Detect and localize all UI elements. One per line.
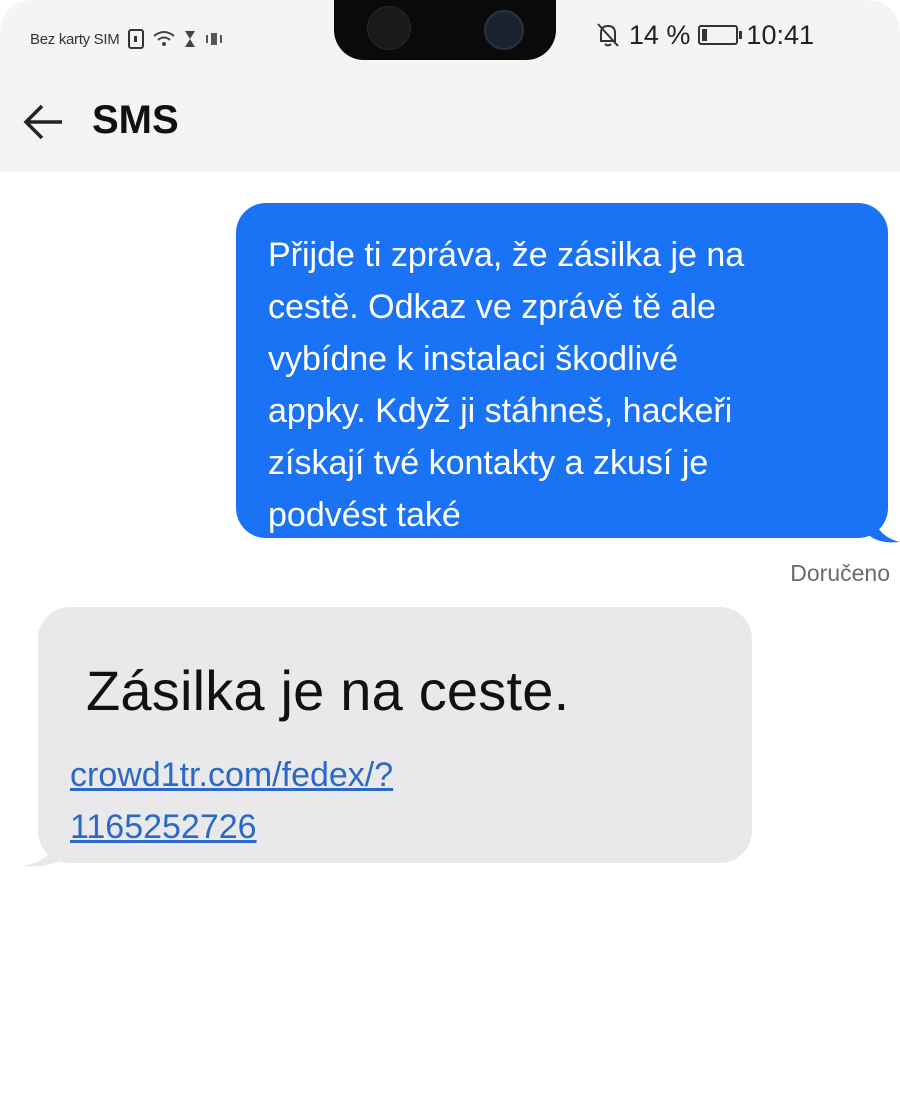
message-line: appky. Když ji stáhneš, hackeři — [268, 392, 733, 430]
carrier-label: Bez karty SIM — [30, 30, 120, 48]
vibrate-icon — [206, 33, 223, 45]
sim-icon — [128, 29, 145, 49]
outgoing-bubble-tail — [870, 506, 900, 543]
delivery-status: Doručeno — [790, 560, 890, 586]
status-left: Bez karty SIM — [30, 26, 223, 52]
wifi-icon — [153, 31, 176, 46]
message-line: vybídne k instalaci škodlivé — [268, 340, 679, 378]
battery-percent: 14 % — [628, 19, 691, 50]
message-line: cestě. Odkaz ve zprávě tě ale — [268, 288, 716, 326]
screen-corner-left — [0, 0, 30, 30]
message-link[interactable]: crowd1tr.com/fedex/? 1165252726 — [70, 749, 393, 853]
status-right: 14 % 10:41 — [595, 18, 814, 52]
message-line: Přijde ti zpráva, že zásilka je na — [268, 236, 745, 274]
camera-icon — [484, 10, 524, 50]
link-line[interactable]: 1165252726 — [70, 801, 393, 853]
outgoing-message-bubble[interactable]: Přijde ti zpráva, že zásilka je na cestě… — [236, 203, 888, 538]
battery-icon — [698, 25, 743, 45]
message-line: podvést také — [268, 496, 461, 534]
hourglass-icon — [185, 31, 196, 47]
sensor-icon — [367, 6, 411, 50]
app-header: SMS — [0, 78, 900, 172]
clock: 10:41 — [746, 19, 814, 50]
mute-bell-icon — [597, 23, 619, 47]
status-bar: Bez karty SIM 14 % 10:41 — [0, 0, 900, 78]
back-arrow-icon[interactable] — [22, 100, 70, 148]
incoming-message-text: Zásilka je na ceste. — [86, 659, 570, 722]
link-line[interactable]: crowd1tr.com/fedex/? — [70, 749, 393, 801]
page-title: SMS — [92, 98, 179, 142]
incoming-bubble-tail — [22, 826, 62, 867]
screen-corner-right — [870, 0, 900, 30]
message-line: získají tvé kontakty a zkusí je — [268, 444, 709, 482]
